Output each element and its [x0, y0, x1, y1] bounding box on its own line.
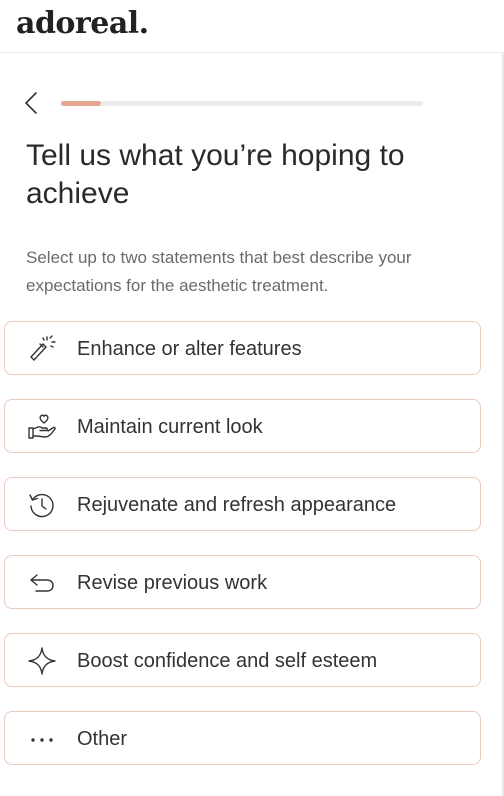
progress-bar-fill: [61, 101, 101, 106]
heart-hand-icon: [27, 412, 57, 442]
clock-refresh-icon: [27, 490, 57, 520]
sparkle-icon: [27, 646, 57, 676]
logo[interactable]: adoreal.: [16, 6, 149, 41]
option-label: Other: [77, 728, 128, 750]
option-other[interactable]: Other: [4, 711, 481, 765]
option-label: Enhance or alter features: [77, 338, 302, 360]
option-boost-confidence[interactable]: Boost confidence and self esteem: [4, 633, 481, 687]
progress-bar: [61, 101, 423, 106]
page-subtitle: Select up to two statements that best de…: [26, 248, 412, 295]
app-header: adoreal.: [0, 0, 504, 53]
option-rejuvenate[interactable]: Rejuvenate and refresh appearance: [4, 477, 481, 531]
chevron-left-icon: [25, 92, 37, 114]
option-label: Maintain current look: [77, 416, 263, 438]
option-label: Revise previous work: [77, 572, 268, 594]
options-list: Enhance or alter features Maintain curre…: [4, 321, 481, 789]
magic-wand-icon: [27, 334, 57, 364]
option-revise-work[interactable]: Revise previous work: [4, 555, 481, 609]
option-enhance-features[interactable]: Enhance or alter features: [4, 321, 481, 375]
more-dots-icon: [27, 724, 57, 754]
page-title: Tell us what you’re hoping to achieve: [26, 139, 405, 210]
back-button[interactable]: [20, 90, 44, 116]
option-label: Rejuvenate and refresh appearance: [77, 494, 397, 516]
undo-arrow-icon: [27, 568, 57, 598]
option-label: Boost confidence and self esteem: [77, 650, 378, 672]
option-maintain-look[interactable]: Maintain current look: [4, 399, 481, 453]
